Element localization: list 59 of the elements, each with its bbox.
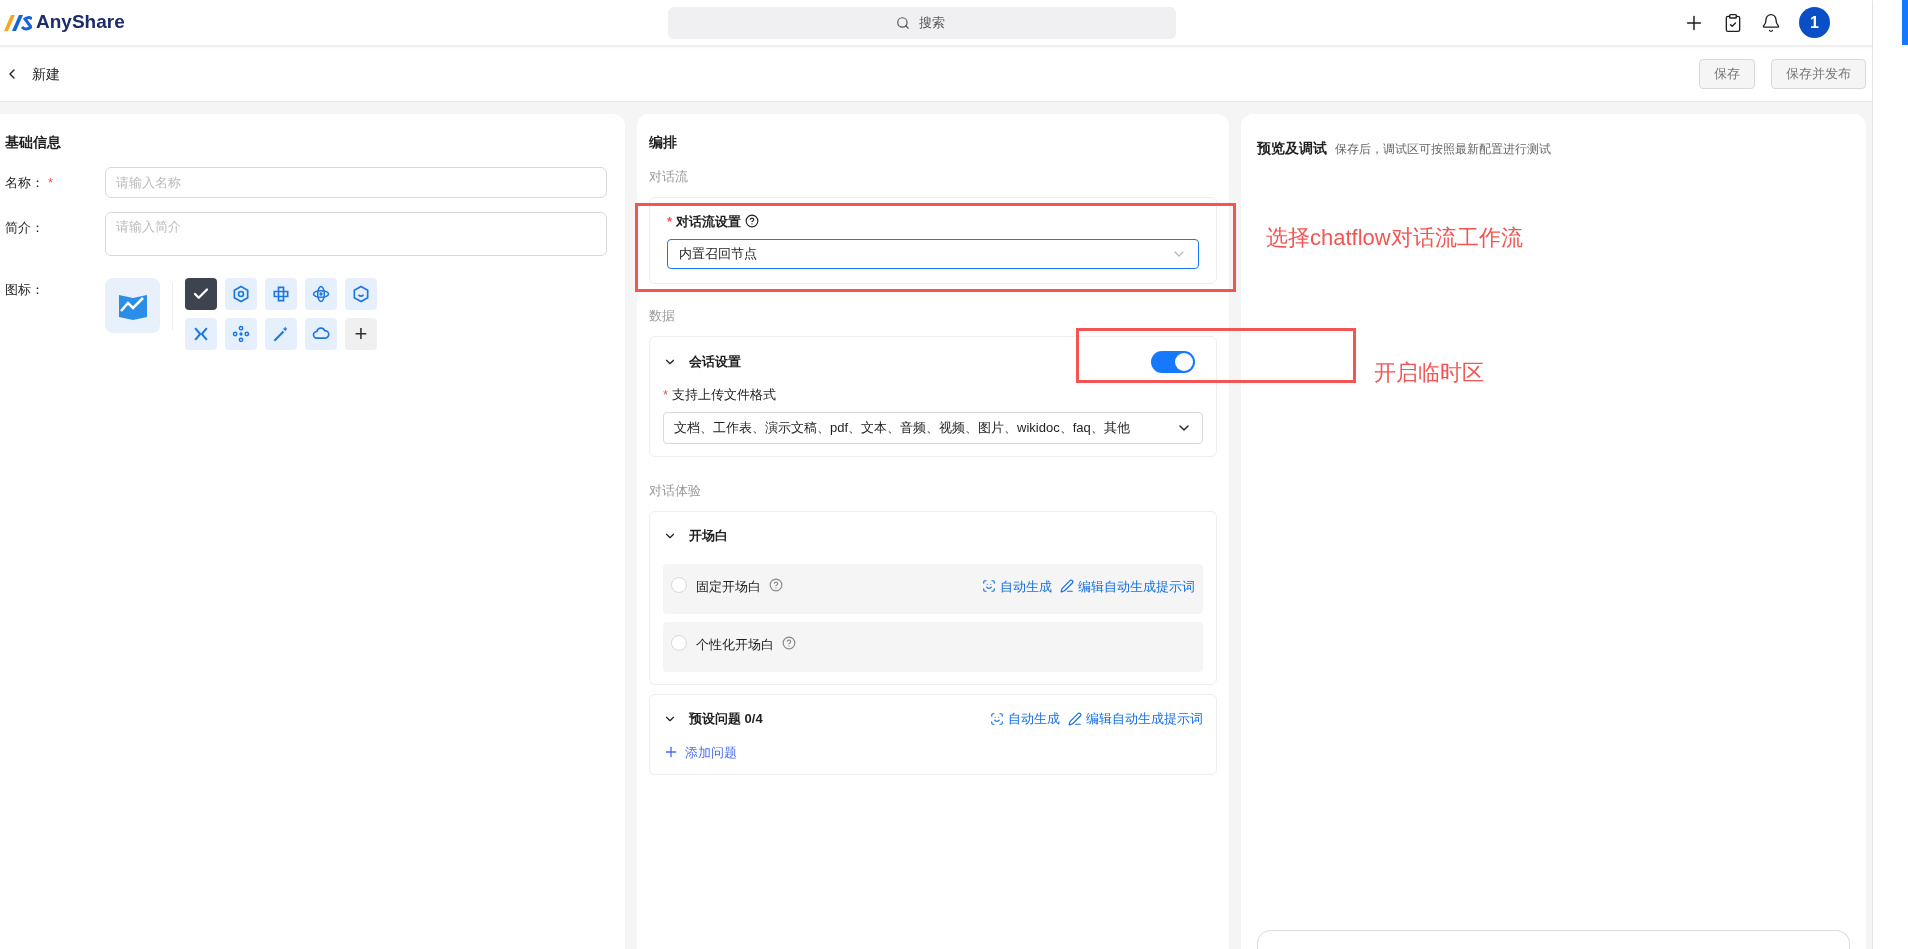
face-icon [982,579,996,594]
field-label: 图标： [5,282,44,297]
edit-prompt-link[interactable]: 编辑自动生成提示词 [1068,708,1203,729]
edit-prompt-link[interactable]: 编辑自动生成提示词 [1060,576,1195,596]
card-title: 开场白 [689,526,728,545]
logo-text: AnyShare [36,10,125,35]
required-mark: * [48,174,54,192]
required-mark: * [663,385,669,404]
atom-icon [311,284,331,304]
toggle-switch[interactable] [1151,350,1195,373]
card-title: 会话设置 [689,352,741,371]
auto-generate-link[interactable]: 自动生成 [990,708,1060,729]
radio-button[interactable] [671,576,687,593]
annotation-text: 开启临时区 [1374,359,1484,387]
search-icon [896,15,910,30]
hexagon-icon [231,284,251,304]
description-field[interactable]: 请输入简介 [105,212,607,256]
cross-icon [271,284,291,304]
avatar[interactable]: 1 [1799,7,1830,38]
help-icon[interactable] [745,214,760,229]
section-title: 基础信息 [5,133,62,152]
chat-input-field[interactable] [1257,930,1850,949]
auto-generate-link[interactable]: 自动生成 [982,576,1052,596]
field-label: 对话流设置 [676,212,742,231]
save-button[interactable]: 保存 [1699,59,1755,89]
clipboard-icon[interactable] [1723,12,1743,33]
chatflow-select[interactable]: 内置召回节点 [667,239,1199,269]
option-label: 固定开场白 [696,577,761,596]
group-label: 数据 [649,307,676,325]
add-icon-button[interactable]: + [345,318,377,350]
annotation-text: 选择chatflow对话流工作流 [1266,224,1523,252]
radio-button[interactable] [671,634,687,651]
file-format-select[interactable]: 文档、工作表、演示文稿、pdf、文本、音频、视频、图片、wikidoc、faq、其他 [663,412,1203,444]
page-title: 新建 [32,64,60,84]
save-publish-button[interactable]: 保存并发布 [1771,59,1866,89]
name-field[interactable]: 请输入名称 [105,167,607,198]
group-label: 对话流 [649,168,689,186]
section-title: 编排 [649,133,678,152]
card-title: 预设问题 0/4 [689,709,763,728]
group-label: 对话体验 [649,482,702,500]
add-question-link[interactable]: 添加问题 [663,742,737,762]
field-label: 名称： [5,174,44,192]
field-label: 简介： [5,219,44,237]
field-label: 支持上传文件格式 [672,385,777,404]
bell-icon[interactable] [1761,12,1781,33]
option-label: 个性化开场白 [696,635,774,654]
search-field[interactable]: 搜索 [668,6,1176,39]
preview-hint: 保存后，调试区可按照最新配置进行测试 [1335,141,1551,158]
nodes-icon [231,324,251,344]
hexagon-face-icon [351,284,371,304]
face-icon [990,711,1004,726]
required-mark: * [667,212,673,231]
logo-icon [4,14,32,31]
pen-icon [1068,711,1082,726]
section-title: 预览及调试 [1257,139,1327,158]
opening-option[interactable]: 个性化开场白 [663,621,1203,672]
pen-icon [1060,579,1074,594]
opening-option[interactable]: 固定开场白 自动生成 编辑自动生成提示词 [663,563,1203,614]
icon-option[interactable] [185,278,217,310]
